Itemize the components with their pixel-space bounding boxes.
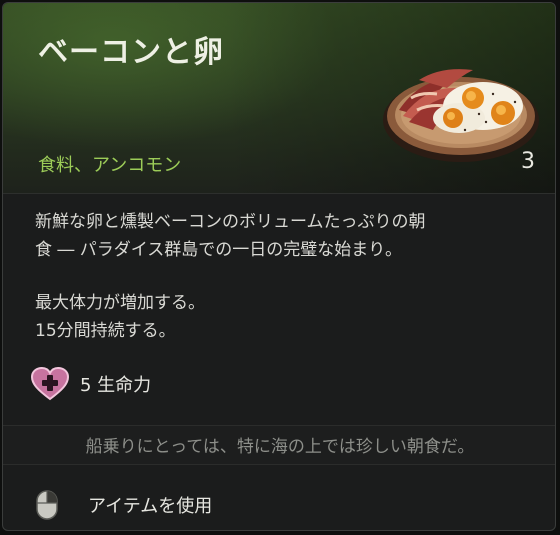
- item-category: 食料、アンコモン: [38, 155, 182, 176]
- item-effect: 最大体力が増加する。 15分間持続する。: [35, 289, 530, 345]
- flavor-text: 船乗りにとっては、特に海の上では珍しい朝食だ。: [85, 437, 475, 457]
- tooltip-header: ベーコンと卵 食料、アンコモン 3: [3, 3, 555, 194]
- description-line-2: 食 ― パラダイス群島での一日の完璧な始まり。: [35, 240, 402, 260]
- item-title: ベーコンと卵: [38, 35, 224, 70]
- stat-label: 5 生命力: [80, 375, 152, 396]
- effect-line-2: 15分間持続する。: [35, 321, 176, 341]
- item-description: 新鮮な卵と燻製ベーコンのボリュームたっぷりの朝 食 ― パラダイス群島での一日の…: [35, 208, 530, 264]
- health-heart-icon: [30, 366, 70, 401]
- effect-line-1: 最大体力が増加する。: [35, 293, 205, 313]
- description-line-1: 新鮮な卵と燻製ベーコンのボリュームたっぷりの朝: [35, 212, 426, 232]
- stat-row: 5 生命力: [30, 366, 151, 402]
- use-item-action[interactable]: アイテムを使用: [36, 489, 212, 521]
- bacon-and-eggs-plate-icon: [383, 69, 539, 162]
- mouse-right-click-icon: [36, 490, 58, 520]
- stack-count: 3: [521, 149, 535, 174]
- flavor-text-box: 船乗りにとっては、特に海の上では珍しい朝食だ。: [3, 425, 555, 465]
- use-item-label: アイテムを使用: [88, 496, 213, 517]
- item-tooltip: ベーコンと卵 食料、アンコモン 3 新鮮な卵と燻製ベーコンのボリュームたっぷりの…: [2, 2, 556, 531]
